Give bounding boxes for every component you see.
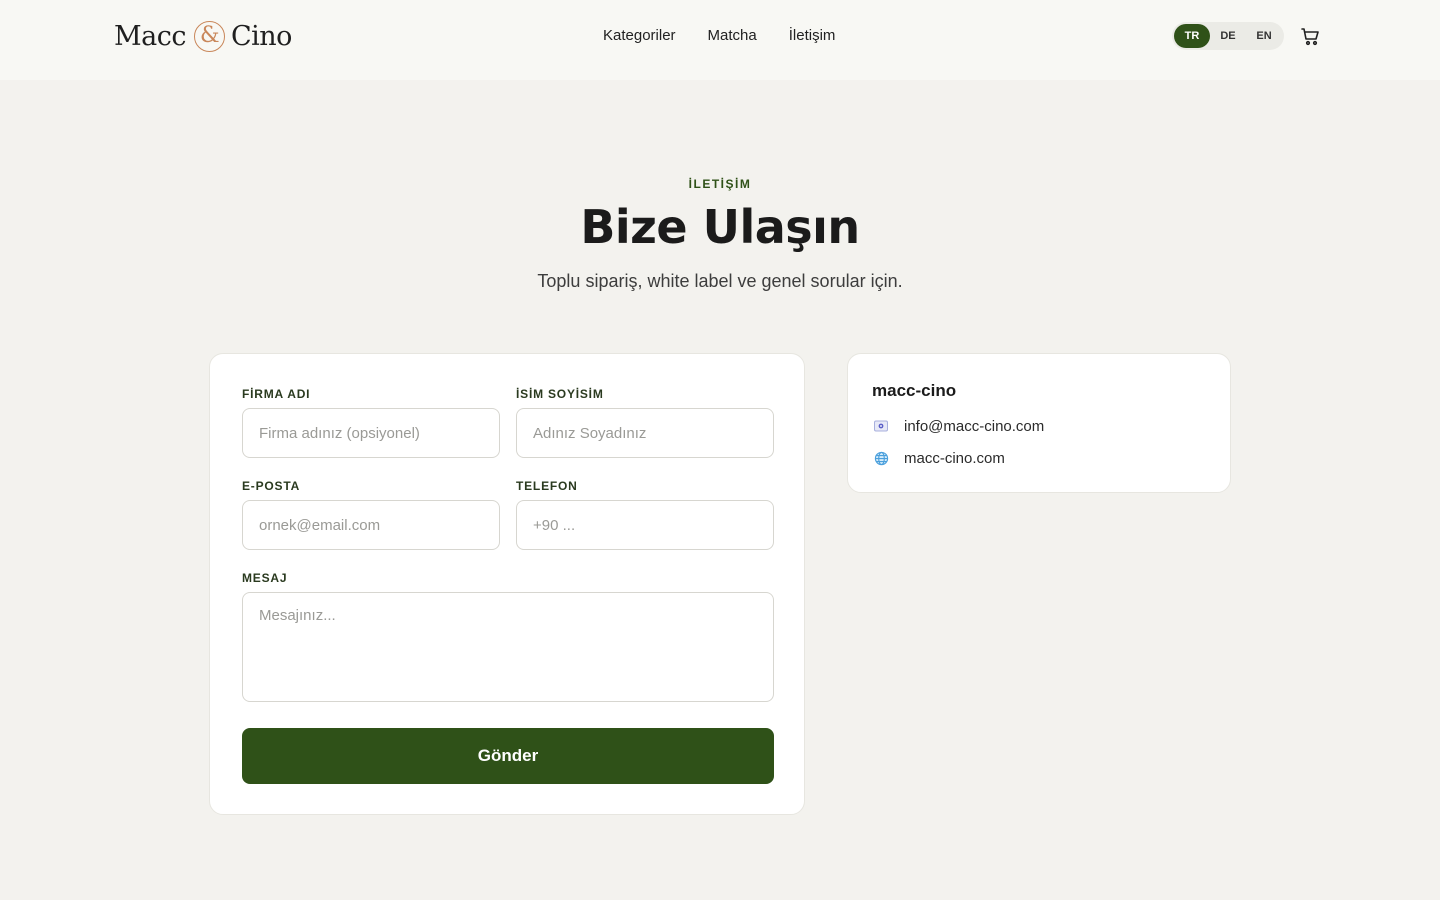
email-label: E-POSTA <box>242 479 301 493</box>
contact-info-title: macc-cino <box>872 381 957 400</box>
page-title: Bize Ulaşın <box>580 200 860 254</box>
nav-link-iletisim[interactable]: İletişim <box>789 26 836 46</box>
lang-option-tr[interactable]: TR <box>1174 24 1210 48</box>
contact-website[interactable]: macc-cino.com <box>904 450 1005 467</box>
lang-option-de[interactable]: DE <box>1210 24 1246 48</box>
cart-icon[interactable] <box>1300 26 1320 46</box>
contact-form-card: FİRMA ADI İSİM SOYİSİM E-POSTA TELEFON M… <box>209 353 805 815</box>
name-input[interactable] <box>516 408 774 458</box>
email-icon <box>872 417 890 435</box>
brand-name-left: Macc <box>114 20 187 52</box>
ampersand-logo-icon: & <box>194 20 225 52</box>
company-input[interactable] <box>242 408 500 458</box>
contact-email[interactable]: info@macc-cino.com <box>904 418 1044 435</box>
site-header: Macc & Cino Kategoriler Matcha İletişim … <box>0 0 1440 80</box>
contact-info-card: macc-cino info@macc-cino.com macc-cino.c… <box>847 353 1231 493</box>
message-textarea[interactable] <box>242 592 774 702</box>
email-input[interactable] <box>242 500 500 550</box>
nav-link-matcha[interactable]: Matcha <box>708 26 757 46</box>
globe-icon <box>872 449 890 467</box>
lang-option-en[interactable]: EN <box>1246 24 1282 48</box>
phone-input[interactable] <box>516 500 774 550</box>
company-label: FİRMA ADI <box>242 387 311 401</box>
language-switcher: TR DE EN <box>1172 22 1284 50</box>
section-kicker: İLETİŞİM <box>688 177 752 191</box>
main-nav: Kategoriler Matcha İletişim <box>603 26 867 46</box>
name-label: İSİM SOYİSİM <box>516 387 604 401</box>
brand-logo[interactable]: Macc & Cino <box>114 18 292 54</box>
brand-name-right: Cino <box>231 20 292 52</box>
contact-email-row: info@macc-cino.com <box>872 417 1044 435</box>
nav-link-kategoriler[interactable]: Kategoriler <box>603 26 676 46</box>
phone-label: TELEFON <box>516 479 578 493</box>
message-label: MESAJ <box>242 571 288 585</box>
submit-button[interactable]: Gönder <box>242 728 774 784</box>
contact-website-row: macc-cino.com <box>872 449 1005 467</box>
page-subtitle: Toplu sipariş, white label ve genel soru… <box>537 271 903 291</box>
